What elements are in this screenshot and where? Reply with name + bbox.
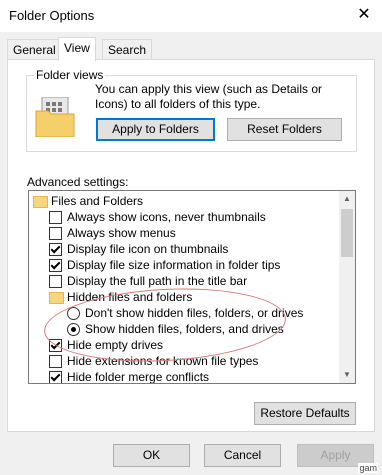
- option-label: Display file size information in folder …: [67, 258, 281, 272]
- option-label: Display file icon on thumbnails: [67, 242, 229, 256]
- radio-icon[interactable]: [67, 323, 80, 336]
- cancel-button[interactable]: Cancel: [204, 444, 281, 467]
- close-icon[interactable]: ✕: [352, 4, 376, 26]
- option-label: Always show menus: [67, 226, 176, 240]
- tab-search[interactable]: Search: [102, 39, 153, 60]
- checkbox-icon[interactable]: [49, 211, 62, 224]
- watermark: gam: [358, 463, 378, 473]
- scroll-up-icon[interactable]: ▲: [339, 191, 355, 207]
- checkbox-icon[interactable]: [49, 259, 62, 272]
- ok-button[interactable]: OK: [113, 444, 190, 467]
- option-label: Hide folder merge conflicts: [67, 370, 210, 384]
- option-label: Show hidden files, folders, and drives: [85, 322, 284, 336]
- option-label: Display the full path in the title bar: [67, 274, 248, 288]
- window-title: Folder Options: [9, 8, 95, 23]
- folder-views-description: You can apply this view (such as Details…: [95, 82, 323, 111]
- tab-view[interactable]: View: [58, 37, 96, 61]
- title-bar: Folder Options ✕: [0, 0, 382, 32]
- vertical-scrollbar[interactable]: ▲ ▼: [339, 191, 355, 383]
- advanced-settings-tree[interactable]: Files and Folders Always show icons, nev…: [28, 190, 356, 384]
- checkbox-icon[interactable]: [49, 339, 62, 352]
- radio-icon[interactable]: [67, 307, 80, 320]
- scroll-down-icon[interactable]: ▼: [339, 367, 355, 383]
- folder-views-icon: [35, 97, 75, 137]
- tree-item-label: Files and Folders: [51, 194, 144, 208]
- option-label: Always show icons, never thumbnails: [67, 210, 266, 224]
- folder-views-legend: Folder views: [34, 68, 106, 82]
- option-label: Don't show hidden files, folders, or dri…: [85, 306, 304, 320]
- advanced-settings-label: Advanced settings:: [27, 175, 129, 189]
- option-label: Hide extensions for known file types: [67, 354, 259, 368]
- reset-folders-button[interactable]: Reset Folders: [227, 118, 342, 141]
- scrollbar-thumb[interactable]: [341, 209, 353, 257]
- tab-general[interactable]: General: [7, 39, 62, 60]
- option-label: Hide empty drives: [67, 338, 164, 352]
- checkbox-icon[interactable]: [49, 275, 62, 288]
- restore-defaults-button[interactable]: Restore Defaults: [254, 402, 356, 425]
- checkbox-icon[interactable]: [49, 243, 62, 256]
- checkbox-icon[interactable]: [49, 371, 62, 383]
- folder-icon: [33, 196, 48, 208]
- apply-to-folders-button[interactable]: Apply to Folders: [96, 118, 215, 141]
- tree-item-label: Hidden files and folders: [67, 290, 193, 304]
- folder-icon: [49, 292, 64, 304]
- checkbox-icon[interactable]: [49, 355, 62, 368]
- checkbox-icon[interactable]: [49, 227, 62, 240]
